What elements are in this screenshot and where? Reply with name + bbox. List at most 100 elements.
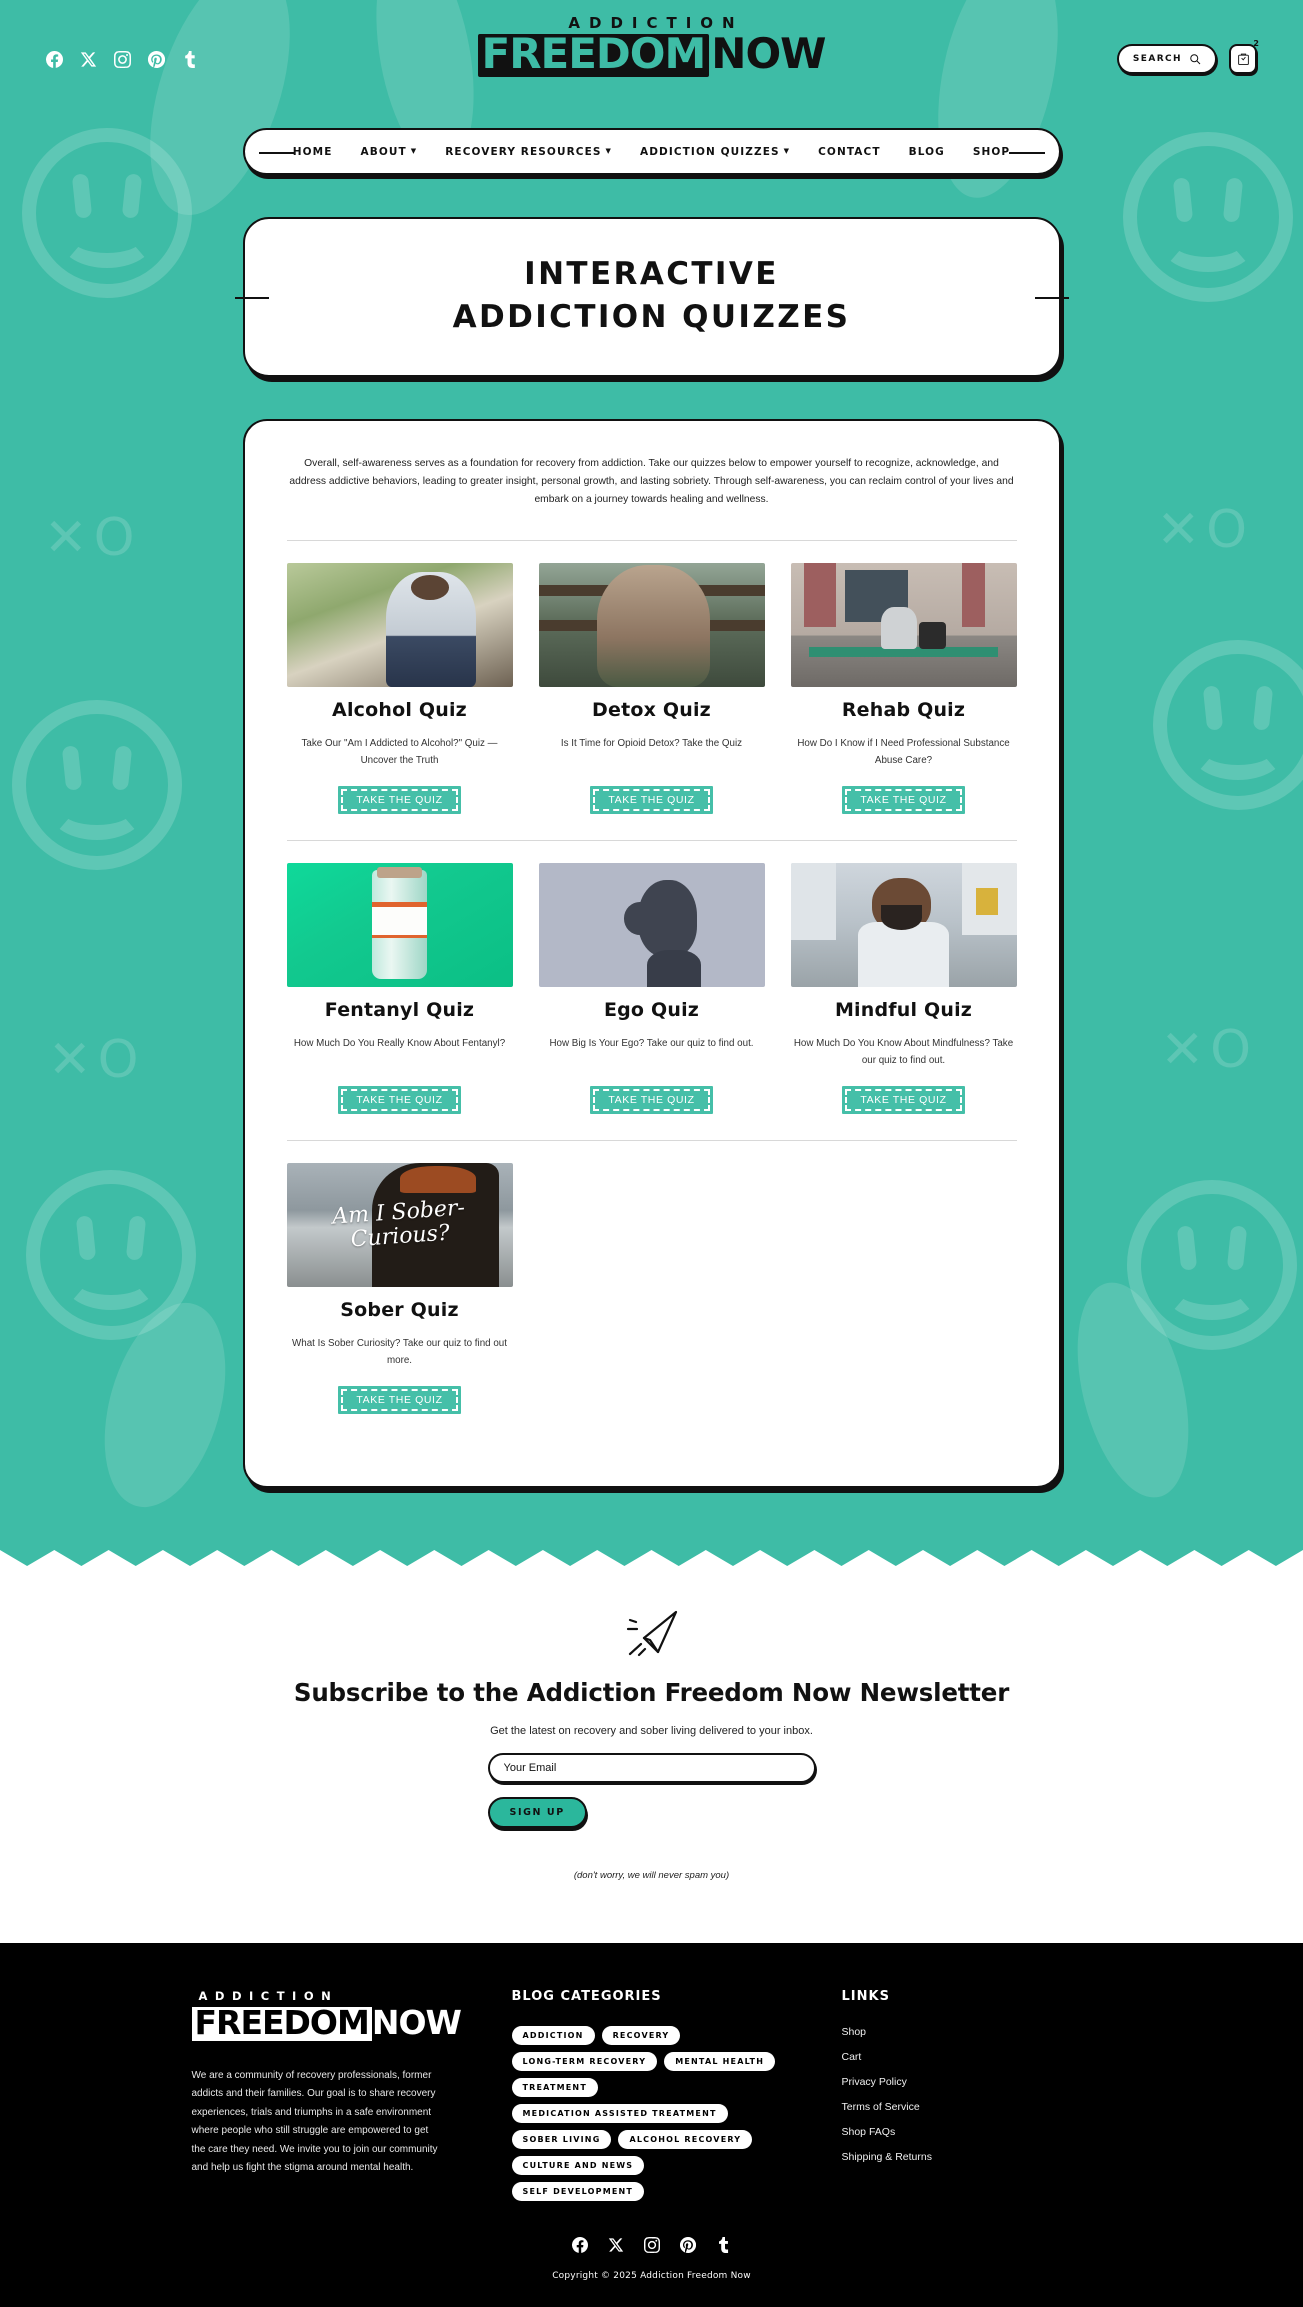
footer-columns: ADDICTION FREEDOMNOW We are a community … bbox=[152, 1989, 1152, 2202]
newsletter-form: SIGN UP bbox=[487, 1753, 816, 1829]
footer-link-terms-of-service[interactable]: Terms of Service bbox=[842, 2101, 1152, 2113]
quiz-description: Take Our "Am I Addicted to Alcohol?" Qui… bbox=[301, 737, 498, 766]
quiz-description: Is It Time for Opioid Detox? Take the Qu… bbox=[560, 737, 743, 749]
nav-pill: HOME ABOUT ▼ RECOVERY RESOURCES ▼ ADDICTIO… bbox=[242, 128, 1061, 175]
quiz-thumbnail[interactable] bbox=[538, 562, 765, 687]
category-pill[interactable]: RECOVERY bbox=[601, 2026, 681, 2046]
tumblr-icon[interactable] bbox=[182, 50, 199, 68]
category-pill[interactable]: ALCOHOL RECOVERY bbox=[618, 2130, 753, 2150]
search-button[interactable]: SEARCH bbox=[1116, 44, 1217, 74]
chevron-down-icon: ▼ bbox=[783, 147, 791, 155]
search-icon bbox=[1190, 54, 1201, 65]
page-title-section: INTERACTIVE ADDICTION QUIZZES bbox=[0, 175, 1303, 377]
footer-link-cart[interactable]: Cart bbox=[842, 2051, 1152, 2063]
zigzag-shape bbox=[0, 1544, 1303, 1567]
sign-up-button[interactable]: SIGN UP bbox=[487, 1797, 587, 1829]
instagram-icon[interactable] bbox=[114, 50, 131, 68]
quiz-card-rehab[interactable]: Rehab Quiz How Do I Know if I Need Profe… bbox=[790, 562, 1017, 814]
x-icon[interactable] bbox=[608, 2237, 624, 2253]
quiz-description: How Much Do You Know About Mindfulness? … bbox=[793, 1037, 1014, 1066]
footer-bottom: Copyright © 2025 Addiction Freedom Now bbox=[0, 2237, 1303, 2281]
nav-item-shop[interactable]: SHOP bbox=[973, 146, 1010, 158]
footer-link-shop[interactable]: Shop bbox=[842, 2026, 1152, 2038]
footer-links-column: LINKS Shop Cart Privacy Policy Terms of … bbox=[842, 1989, 1152, 2201]
quiz-thumbnail-overlay-text: Am I Sober-Curious? bbox=[331, 1195, 466, 1253]
footer-link-privacy-policy[interactable]: Privacy Policy bbox=[842, 2076, 1152, 2088]
tumblr-icon[interactable] bbox=[716, 2237, 732, 2254]
quiz-description: How Big Is Your Ego? Take our quiz to fi… bbox=[549, 1037, 754, 1049]
nav-item-contact[interactable]: CONTACT bbox=[818, 146, 880, 158]
site-logo[interactable]: ADDICTION FREEDOM NOW bbox=[477, 14, 826, 77]
category-pill[interactable]: CULTURE AND NEWS bbox=[511, 2156, 645, 2176]
quiz-thumbnail[interactable]: Am I Sober-Curious? bbox=[286, 1163, 513, 1288]
footer-link-shop-faqs[interactable]: Shop FAQs bbox=[842, 2126, 1152, 2138]
category-pill[interactable]: ADDICTION bbox=[511, 2026, 595, 2046]
quiz-thumbnail[interactable] bbox=[790, 562, 1017, 687]
quiz-card-ego[interactable]: Ego Quiz How Big Is Your Ego? Take our q… bbox=[538, 862, 765, 1114]
take-the-quiz-button[interactable]: TAKE THE QUIZ bbox=[842, 785, 965, 814]
take-the-quiz-button[interactable]: TAKE THE QUIZ bbox=[842, 1086, 965, 1115]
email-input[interactable] bbox=[487, 1753, 816, 1784]
take-the-quiz-button[interactable]: TAKE THE QUIZ bbox=[338, 1386, 461, 1415]
quiz-thumbnail[interactable] bbox=[286, 562, 513, 687]
quiz-title: Fentanyl Quiz bbox=[324, 998, 475, 1021]
footer-about-column: ADDICTION FREEDOMNOW We are a community … bbox=[191, 1989, 482, 2201]
search-label: SEARCH bbox=[1132, 54, 1182, 64]
quiz-row: Alcohol Quiz Take Our "Am I Addicted to … bbox=[286, 562, 1017, 840]
category-pill[interactable]: SELF DEVELOPMENT bbox=[511, 2182, 645, 2202]
quiz-card-detox[interactable]: Detox Quiz Is It Time for Opioid Detox? … bbox=[538, 562, 765, 814]
nav-item-blog[interactable]: BLOG bbox=[909, 146, 945, 158]
footer-logo[interactable]: ADDICTION FREEDOMNOW bbox=[191, 1989, 482, 2043]
quiz-description: What Is Sober Curiosity? Take our quiz t… bbox=[292, 1338, 507, 1367]
category-pill[interactable]: LONG-TERM RECOVERY bbox=[511, 2052, 658, 2072]
x-icon[interactable] bbox=[80, 51, 97, 68]
take-the-quiz-button[interactable]: TAKE THE QUIZ bbox=[338, 1085, 461, 1114]
facebook-icon[interactable] bbox=[46, 50, 63, 68]
newsletter-subtitle: Get the latest on recovery and sober liv… bbox=[490, 1725, 813, 1738]
take-the-quiz-button[interactable]: TAKE THE QUIZ bbox=[590, 1085, 713, 1114]
quiz-card-alcohol[interactable]: Alcohol Quiz Take Our "Am I Addicted to … bbox=[286, 562, 513, 814]
nav-label: ABOUT bbox=[360, 145, 407, 158]
quiz-thumbnail[interactable] bbox=[538, 862, 765, 987]
cart-count-badge: 2 bbox=[1253, 39, 1259, 48]
category-pill[interactable]: MENTAL HEALTH bbox=[664, 2052, 776, 2072]
copyright-text: Copyright © 2025 Addiction Freedom Now bbox=[552, 2271, 751, 2282]
quiz-title: Detox Quiz bbox=[592, 698, 711, 721]
cart-button[interactable]: 2 bbox=[1229, 39, 1259, 74]
take-the-quiz-button[interactable]: TAKE THE QUIZ bbox=[338, 785, 461, 814]
logo-main-text: FREEDOM NOW bbox=[477, 33, 826, 77]
pinterest-icon[interactable] bbox=[679, 2237, 696, 2254]
page-title: INTERACTIVE ADDICTION QUIZZES bbox=[265, 253, 1039, 339]
nav-item-addiction-quizzes[interactable]: ADDICTION QUIZZES ▼ bbox=[640, 146, 790, 158]
footer-logo-now: NOW bbox=[371, 2003, 462, 2043]
nav-items: HOME ABOUT ▼ RECOVERY RESOURCES ▼ ADDICTIO… bbox=[293, 146, 1010, 158]
quiz-thumbnail[interactable] bbox=[790, 862, 1017, 987]
pinterest-icon[interactable] bbox=[148, 50, 165, 68]
nav-label: CONTACT bbox=[818, 145, 881, 158]
facebook-icon[interactable] bbox=[571, 2237, 588, 2254]
page-title-line1: INTERACTIVE bbox=[524, 256, 779, 292]
take-the-quiz-button[interactable]: TAKE THE QUIZ bbox=[590, 785, 713, 814]
instagram-icon[interactable] bbox=[643, 2237, 660, 2254]
category-pill[interactable]: SOBER LIVING bbox=[511, 2130, 612, 2150]
quiz-title: Mindful Quiz bbox=[834, 998, 973, 1021]
category-pill[interactable]: TREATMENT bbox=[511, 2078, 598, 2098]
logo-freedom: FREEDOM bbox=[477, 33, 710, 77]
quiz-card-fentanyl[interactable]: Fentanyl Quiz How Much Do You Really Kno… bbox=[286, 862, 513, 1114]
quizzes-card: Overall, self-awareness serves as a foun… bbox=[242, 418, 1061, 1489]
quiz-card-mindful[interactable]: Mindful Quiz How Much Do You Know About … bbox=[790, 862, 1017, 1115]
nav-label: RECOVERY RESOURCES bbox=[445, 145, 602, 158]
quiz-thumbnail[interactable] bbox=[286, 862, 513, 987]
nav-item-recovery-resources[interactable]: RECOVERY RESOURCES ▼ bbox=[445, 146, 612, 158]
quiz-card-sober[interactable]: Am I Sober-Curious? Sober Quiz What Is S… bbox=[286, 1163, 513, 1415]
nav-label: HOME bbox=[292, 145, 333, 158]
page-title-line2: ADDICTION QUIZZES bbox=[452, 298, 851, 335]
footer-link-shipping-returns[interactable]: Shipping & Returns bbox=[842, 2151, 1152, 2163]
quiz-row: Fentanyl Quiz How Much Do You Really Kno… bbox=[286, 862, 1017, 1140]
primary-navigation: HOME ABOUT ▼ RECOVERY RESOURCES ▼ ADDICTIO… bbox=[0, 118, 1303, 175]
category-pill[interactable]: MEDICATION ASSISTED TREATMENT bbox=[511, 2104, 728, 2124]
divider bbox=[286, 539, 1017, 541]
site-header: ADDICTION FREEDOM NOW SEARCH 2 bbox=[0, 0, 1303, 118]
nav-item-about[interactable]: ABOUT ▼ bbox=[361, 146, 418, 158]
nav-item-home[interactable]: HOME bbox=[293, 146, 333, 158]
